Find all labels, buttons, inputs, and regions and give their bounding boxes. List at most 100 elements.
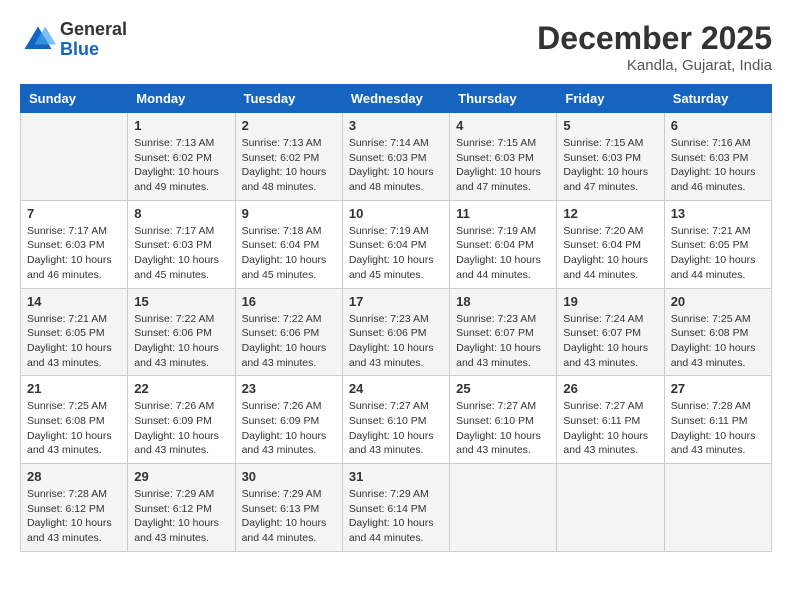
calendar-cell: 18 Sunrise: 7:23 AMSunset: 6:07 PMDayligh… bbox=[450, 288, 557, 376]
calendar-table: SundayMondayTuesdayWednesdayThursdayFrid… bbox=[20, 84, 772, 552]
day-info: Sunrise: 7:27 AMSunset: 6:10 PMDaylight:… bbox=[349, 399, 443, 458]
day-info: Sunrise: 7:19 AMSunset: 6:04 PMDaylight:… bbox=[456, 224, 550, 283]
day-info: Sunrise: 7:20 AMSunset: 6:04 PMDaylight:… bbox=[563, 224, 657, 283]
calendar-week-row: 7 Sunrise: 7:17 AMSunset: 6:03 PMDaylight… bbox=[21, 200, 772, 288]
calendar-cell: 11Sunrise: 7:19 AMSunset: 6:04 PMDayligh… bbox=[450, 200, 557, 288]
calendar-cell: 26 Sunrise: 7:27 AMSunset: 6:11 PMDayligh… bbox=[557, 376, 664, 464]
calendar-header-wednesday: Wednesday bbox=[342, 85, 449, 113]
day-number: 13 bbox=[671, 206, 765, 221]
day-number: 20 bbox=[671, 294, 765, 309]
calendar-cell: 7Sunrise: 7:17 AMSunset: 6:03 PMDaylight… bbox=[21, 200, 128, 288]
calendar-cell: 12 Sunrise: 7:20 AMSunset: 6:04 PMDayligh… bbox=[557, 200, 664, 288]
day-info: Sunrise: 7:15 AMSunset: 6:03 PMDaylight:… bbox=[563, 136, 657, 195]
day-info: Sunrise: 7:28 AMSunset: 6:12 PMDaylight:… bbox=[27, 487, 121, 546]
calendar-cell: 24Sunrise: 7:27 AMSunset: 6:10 PMDayligh… bbox=[342, 376, 449, 464]
day-info: Sunrise: 7:13 AMSunset: 6:02 PMDaylight:… bbox=[242, 136, 336, 195]
calendar-cell bbox=[557, 464, 664, 552]
day-number: 26 bbox=[563, 381, 657, 396]
calendar-cell: 1 Sunrise: 7:13 AMSunset: 6:02 PMDaylight… bbox=[128, 113, 235, 201]
day-info: Sunrise: 7:22 AMSunset: 6:06 PMDaylight:… bbox=[242, 312, 336, 371]
day-info: Sunrise: 7:29 AMSunset: 6:12 PMDaylight:… bbox=[134, 487, 228, 546]
calendar-cell: 14Sunrise: 7:21 AMSunset: 6:05 PMDayligh… bbox=[21, 288, 128, 376]
title-section: December 2025 Kandla, Gujarat, India bbox=[537, 20, 772, 74]
day-number: 18 bbox=[456, 294, 550, 309]
calendar-cell: 5 Sunrise: 7:15 AMSunset: 6:03 PMDaylight… bbox=[557, 113, 664, 201]
day-info: Sunrise: 7:19 AMSunset: 6:04 PMDaylight:… bbox=[349, 224, 443, 283]
day-info: Sunrise: 7:25 AMSunset: 6:08 PMDaylight:… bbox=[671, 312, 765, 371]
day-info: Sunrise: 7:26 AMSunset: 6:09 PMDaylight:… bbox=[134, 399, 228, 458]
calendar-cell: 27 Sunrise: 7:28 AMSunset: 6:11 PMDayligh… bbox=[664, 376, 771, 464]
day-info: Sunrise: 7:29 AMSunset: 6:14 PMDaylight:… bbox=[349, 487, 443, 546]
day-info: Sunrise: 7:28 AMSunset: 6:11 PMDaylight:… bbox=[671, 399, 765, 458]
calendar-cell: 19 Sunrise: 7:24 AMSunset: 6:07 PMDayligh… bbox=[557, 288, 664, 376]
day-number: 12 bbox=[563, 206, 657, 221]
day-number: 31 bbox=[349, 469, 443, 484]
calendar-cell: 13 Sunrise: 7:21 AMSunset: 6:05 PMDayligh… bbox=[664, 200, 771, 288]
day-number: 25 bbox=[456, 381, 550, 396]
calendar-cell: 6Sunrise: 7:16 AMSunset: 6:03 PMDaylight… bbox=[664, 113, 771, 201]
calendar-week-row: 1 Sunrise: 7:13 AMSunset: 6:02 PMDaylight… bbox=[21, 113, 772, 201]
day-info: Sunrise: 7:23 AMSunset: 6:07 PMDaylight:… bbox=[456, 312, 550, 371]
calendar-cell: 30Sunrise: 7:29 AMSunset: 6:13 PMDayligh… bbox=[235, 464, 342, 552]
day-info: Sunrise: 7:14 AMSunset: 6:03 PMDaylight:… bbox=[349, 136, 443, 195]
calendar-header-monday: Monday bbox=[128, 85, 235, 113]
day-number: 29 bbox=[134, 469, 228, 484]
calendar-cell: 8 Sunrise: 7:17 AMSunset: 6:03 PMDaylight… bbox=[128, 200, 235, 288]
calendar-cell: 2 Sunrise: 7:13 AMSunset: 6:02 PMDaylight… bbox=[235, 113, 342, 201]
calendar-cell: 20 Sunrise: 7:25 AMSunset: 6:08 PMDayligh… bbox=[664, 288, 771, 376]
calendar-header-friday: Friday bbox=[557, 85, 664, 113]
day-info: Sunrise: 7:24 AMSunset: 6:07 PMDaylight:… bbox=[563, 312, 657, 371]
calendar-cell: 15 Sunrise: 7:22 AMSunset: 6:06 PMDayligh… bbox=[128, 288, 235, 376]
day-number: 19 bbox=[563, 294, 657, 309]
day-number: 1 bbox=[134, 118, 228, 133]
day-number: 8 bbox=[134, 206, 228, 221]
calendar-cell: 28 Sunrise: 7:28 AMSunset: 6:12 PMDayligh… bbox=[21, 464, 128, 552]
day-info: Sunrise: 7:15 AMSunset: 6:03 PMDaylight:… bbox=[456, 136, 550, 195]
day-number: 14 bbox=[27, 294, 121, 309]
day-info: Sunrise: 7:23 AMSunset: 6:06 PMDaylight:… bbox=[349, 312, 443, 371]
day-info: Sunrise: 7:21 AMSunset: 6:05 PMDaylight:… bbox=[671, 224, 765, 283]
day-info: Sunrise: 7:17 AMSunset: 6:03 PMDaylight:… bbox=[134, 224, 228, 283]
day-info: Sunrise: 7:13 AMSunset: 6:02 PMDaylight:… bbox=[134, 136, 228, 195]
day-number: 27 bbox=[671, 381, 765, 396]
day-number: 22 bbox=[134, 381, 228, 396]
day-number: 28 bbox=[27, 469, 121, 484]
calendar-cell: 29 Sunrise: 7:29 AMSunset: 6:12 PMDayligh… bbox=[128, 464, 235, 552]
calendar-cell: 16 Sunrise: 7:22 AMSunset: 6:06 PMDayligh… bbox=[235, 288, 342, 376]
day-info: Sunrise: 7:25 AMSunset: 6:08 PMDaylight:… bbox=[27, 399, 121, 458]
location: Kandla, Gujarat, India bbox=[537, 57, 772, 74]
day-number: 17 bbox=[349, 294, 443, 309]
day-info: Sunrise: 7:16 AMSunset: 6:03 PMDaylight:… bbox=[671, 136, 765, 195]
day-info: Sunrise: 7:27 AMSunset: 6:11 PMDaylight:… bbox=[563, 399, 657, 458]
logo: General Blue bbox=[20, 20, 127, 60]
calendar-cell: 9Sunrise: 7:18 AMSunset: 6:04 PMDaylight… bbox=[235, 200, 342, 288]
day-info: Sunrise: 7:18 AMSunset: 6:04 PMDaylight:… bbox=[242, 224, 336, 283]
day-info: Sunrise: 7:22 AMSunset: 6:06 PMDaylight:… bbox=[134, 312, 228, 371]
calendar-cell: 31 Sunrise: 7:29 AMSunset: 6:14 PMDayligh… bbox=[342, 464, 449, 552]
calendar-week-row: 28 Sunrise: 7:28 AMSunset: 6:12 PMDayligh… bbox=[21, 464, 772, 552]
calendar-week-row: 14Sunrise: 7:21 AMSunset: 6:05 PMDayligh… bbox=[21, 288, 772, 376]
calendar-cell bbox=[450, 464, 557, 552]
calendar-cell: 25Sunrise: 7:27 AMSunset: 6:10 PMDayligh… bbox=[450, 376, 557, 464]
day-number: 4 bbox=[456, 118, 550, 133]
day-number: 3 bbox=[349, 118, 443, 133]
month-title: December 2025 bbox=[537, 20, 772, 57]
calendar-week-row: 21Sunrise: 7:25 AMSunset: 6:08 PMDayligh… bbox=[21, 376, 772, 464]
day-info: Sunrise: 7:29 AMSunset: 6:13 PMDaylight:… bbox=[242, 487, 336, 546]
day-number: 16 bbox=[242, 294, 336, 309]
calendar-header-saturday: Saturday bbox=[664, 85, 771, 113]
calendar-cell: 10Sunrise: 7:19 AMSunset: 6:04 PMDayligh… bbox=[342, 200, 449, 288]
day-number: 23 bbox=[242, 381, 336, 396]
calendar-header-row: SundayMondayTuesdayWednesdayThursdayFrid… bbox=[21, 85, 772, 113]
day-number: 15 bbox=[134, 294, 228, 309]
day-number: 7 bbox=[27, 206, 121, 221]
calendar-cell: 17 Sunrise: 7:23 AMSunset: 6:06 PMDayligh… bbox=[342, 288, 449, 376]
page-header: General Blue December 2025 Kandla, Gujar… bbox=[20, 20, 772, 74]
calendar-cell: 22 Sunrise: 7:26 AMSunset: 6:09 PMDayligh… bbox=[128, 376, 235, 464]
calendar-cell bbox=[21, 113, 128, 201]
day-number: 5 bbox=[563, 118, 657, 133]
calendar-header-thursday: Thursday bbox=[450, 85, 557, 113]
day-number: 2 bbox=[242, 118, 336, 133]
calendar-cell: 3 Sunrise: 7:14 AMSunset: 6:03 PMDaylight… bbox=[342, 113, 449, 201]
calendar-header-sunday: Sunday bbox=[21, 85, 128, 113]
